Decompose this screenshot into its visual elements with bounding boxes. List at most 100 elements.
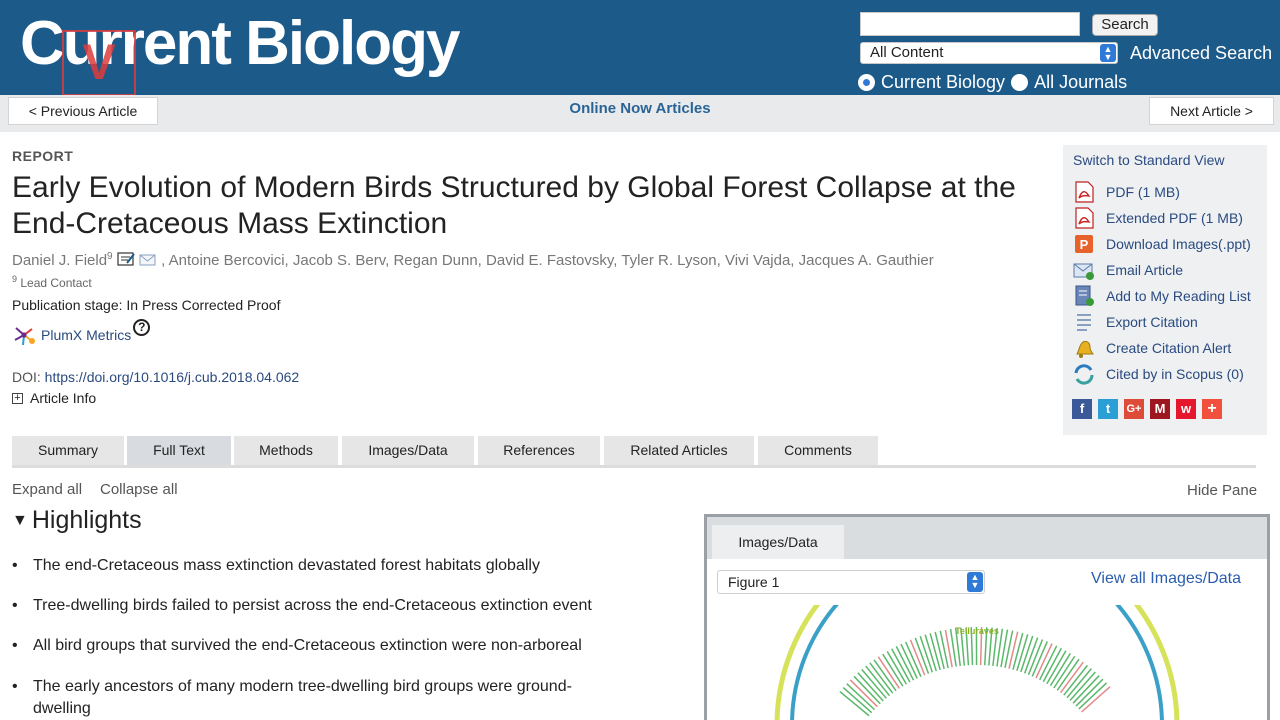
pane-tab-bar: Images/Data	[707, 517, 1267, 559]
email-icon	[1073, 263, 1094, 280]
content-type-select-value: All Content	[870, 44, 944, 61]
highlight-item: The early ancestors of many modern tree-…	[12, 676, 612, 720]
figure-select[interactable]: Figure 1 ▲ ▼	[717, 570, 985, 594]
contact-card-icon[interactable]	[117, 251, 135, 267]
video-watermark-logo: V	[62, 30, 136, 96]
sidebar-item-scopus[interactable]: Cited by in Scopus (0)	[1073, 362, 1244, 386]
figure-branch-tick	[1056, 658, 1080, 691]
images-data-pane: Images/Data Figure 1 ▲ ▼ View all Images/…	[704, 514, 1270, 720]
expand-all-link[interactable]: Expand all	[12, 481, 82, 498]
highlights-heading[interactable]: ▼ Highlights	[12, 506, 142, 535]
sidebar-item-citation-alert[interactable]: Create Citation Alert	[1073, 336, 1231, 360]
facebook-share-icon[interactable]: f	[1072, 399, 1092, 419]
figure-branch-tick	[882, 653, 904, 687]
envelope-icon[interactable]	[139, 253, 157, 267]
switch-standard-view-link[interactable]: Switch to Standard View	[1073, 152, 1225, 168]
scope-radio-all-journals[interactable]	[1011, 74, 1029, 91]
sidebar-item-pdf[interactable]: PDF (1 MB)	[1073, 180, 1180, 204]
sidebar-item-email[interactable]: Email Article	[1073, 258, 1183, 282]
svg-text:P: P	[1080, 237, 1089, 252]
sidebar-item-download-images[interactable]: P Download Images(.ppt)	[1073, 232, 1251, 256]
highlight-item: All bird groups that survived the end-Cr…	[12, 635, 652, 657]
plumx-icon	[14, 327, 35, 346]
sidebar-item-label: PDF (1 MB)	[1106, 184, 1180, 200]
tab-summary[interactable]: Summary	[12, 436, 124, 465]
lead-contact-superscript: 9	[12, 274, 18, 284]
figure-branch-tick	[1046, 650, 1067, 685]
plumx-metrics-link[interactable]: PlumX Metrics	[41, 327, 131, 343]
sidebar-item-label: Download Images(.ppt)	[1106, 236, 1251, 252]
search-input[interactable]	[860, 12, 1080, 36]
author-list: Daniel J. Field9 , Antoine Bercovici, Ja…	[12, 251, 934, 269]
hide-pane-link[interactable]: Hide Pane	[1187, 482, 1257, 499]
next-article-button[interactable]: Next Article >	[1149, 97, 1274, 125]
tab-related-articles[interactable]: Related Articles	[604, 436, 754, 465]
content-type-select[interactable]: All Content ▲ ▼	[860, 42, 1118, 64]
article-title: Early Evolution of Modern Birds Structur…	[12, 171, 1016, 240]
more-share-icon[interactable]: +	[1202, 399, 1222, 419]
scope-radio-current-biology[interactable]	[858, 74, 875, 91]
sidebar-item-extended-pdf[interactable]: Extended PDF (1 MB)	[1073, 206, 1243, 230]
caret-down-icon: ▼	[12, 511, 28, 529]
previous-article-button[interactable]: < Previous Article	[8, 97, 158, 125]
pdf-icon	[1075, 181, 1094, 203]
doi-label: DOI:	[12, 369, 41, 385]
tab-references[interactable]: References	[478, 436, 600, 465]
figure-branch-tick	[1012, 632, 1024, 670]
figure-branch-tick	[877, 656, 901, 689]
highlight-item: The end-Cretaceous mass extinction devas…	[12, 555, 652, 577]
scope-label-current-biology[interactable]: Current Biology	[881, 72, 1005, 93]
tab-comments[interactable]: Comments	[758, 436, 878, 465]
figure-branch-ticks	[839, 626, 1111, 717]
author-superscript: 9	[107, 251, 113, 262]
sidebar-item-label: Export Citation	[1106, 314, 1198, 330]
author-link[interactable]: Daniel J. Field	[12, 252, 107, 269]
highlights-heading-label: Highlights	[31, 506, 142, 534]
tab-methods[interactable]: Methods	[234, 436, 338, 465]
advanced-search-link[interactable]: Advanced Search	[1130, 43, 1272, 64]
figure-branch-tick	[1049, 653, 1071, 687]
sidebar-item-export-citation[interactable]: Export Citation	[1073, 310, 1198, 334]
view-all-images-link[interactable]: View all Images/Data	[1091, 570, 1241, 588]
scopus-icon	[1074, 364, 1094, 385]
highlight-item: Tree-dwelling birds failed to persist ac…	[12, 595, 652, 617]
site-header: Current Biology V Search All Content ▲ ▼ …	[0, 0, 1280, 96]
figure-branch-tick	[869, 662, 894, 694]
article-info-toggle[interactable]: + Article Info	[12, 390, 96, 406]
plumx-metrics: PlumX Metrics ?	[12, 318, 151, 346]
doi-link[interactable]: https://doi.org/10.1016/j.cub.2018.04.06…	[45, 369, 300, 385]
weibo-share-icon[interactable]: w	[1176, 399, 1196, 419]
phylogeny-figure[interactable]: Telluraves	[707, 605, 1267, 720]
online-now-articles-link[interactable]: Online Now Articles	[0, 100, 1280, 117]
figure-select-value: Figure 1	[728, 574, 780, 590]
pane-tab-images-data[interactable]: Images/Data	[712, 525, 844, 559]
article-info-label: Article Info	[30, 390, 97, 406]
figure-branch-tick	[873, 659, 897, 692]
pdf-icon	[1075, 207, 1094, 229]
collapse-all-link[interactable]: Collapse all	[100, 481, 178, 498]
figure-branch-tick	[1053, 655, 1076, 689]
search-scope-group: Current Biology All Journals	[858, 72, 1133, 93]
twitter-share-icon[interactable]: t	[1098, 399, 1118, 419]
help-question-icon[interactable]: ?	[133, 318, 151, 336]
google-plus-share-icon[interactable]: G+	[1124, 399, 1144, 419]
search-button[interactable]: Search	[1092, 14, 1158, 36]
mendeley-share-icon[interactable]: M	[1150, 399, 1170, 419]
lead-contact-label: Lead Contact	[20, 276, 92, 290]
article-nav-bar: < Previous Article Online Now Articles N…	[0, 95, 1280, 132]
tab-images-data[interactable]: Images/Data	[342, 436, 474, 465]
figure-branch-tick	[934, 631, 945, 670]
reading-list-icon	[1075, 285, 1094, 306]
tab-full-text[interactable]: Full Text	[127, 436, 231, 465]
select-arrows-icon: ▲ ▼	[967, 572, 983, 592]
co-author-links[interactable]: , Antoine Bercovici, Jacob S. Berv, Rega…	[161, 252, 934, 269]
sidebar-item-reading-list[interactable]: Add to My Reading List	[1073, 284, 1251, 308]
figure-branch-tick	[1008, 631, 1019, 669]
article-type: REPORT	[12, 148, 74, 164]
export-citation-icon	[1077, 314, 1091, 331]
sidebar-item-label: Extended PDF (1 MB)	[1106, 210, 1243, 226]
bell-icon	[1076, 340, 1094, 358]
figure-branch-tick	[1063, 664, 1088, 696]
figure-branch-tick	[1059, 661, 1084, 694]
scope-label-all-journals[interactable]: All Journals	[1034, 72, 1127, 93]
